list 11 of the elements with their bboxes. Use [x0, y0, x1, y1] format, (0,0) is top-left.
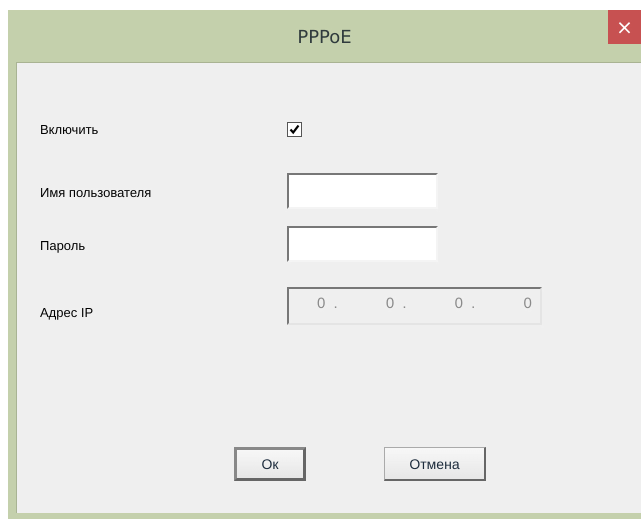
close-button[interactable]: × [608, 10, 641, 44]
field-label: Адрес IP [40, 305, 94, 320]
window-title: PPPoE [297, 26, 352, 48]
field-label: Пароль [40, 238, 86, 253]
input-field[interactable] [287, 173, 438, 209]
enable-checkbox[interactable] [287, 122, 302, 137]
ok-button[interactable]: Ок [234, 447, 306, 481]
input-field[interactable] [287, 226, 438, 262]
field-label: Имя пользователя [40, 185, 152, 200]
field-label: Включить [40, 122, 100, 137]
cancel-button[interactable]: Отмена [384, 447, 486, 481]
